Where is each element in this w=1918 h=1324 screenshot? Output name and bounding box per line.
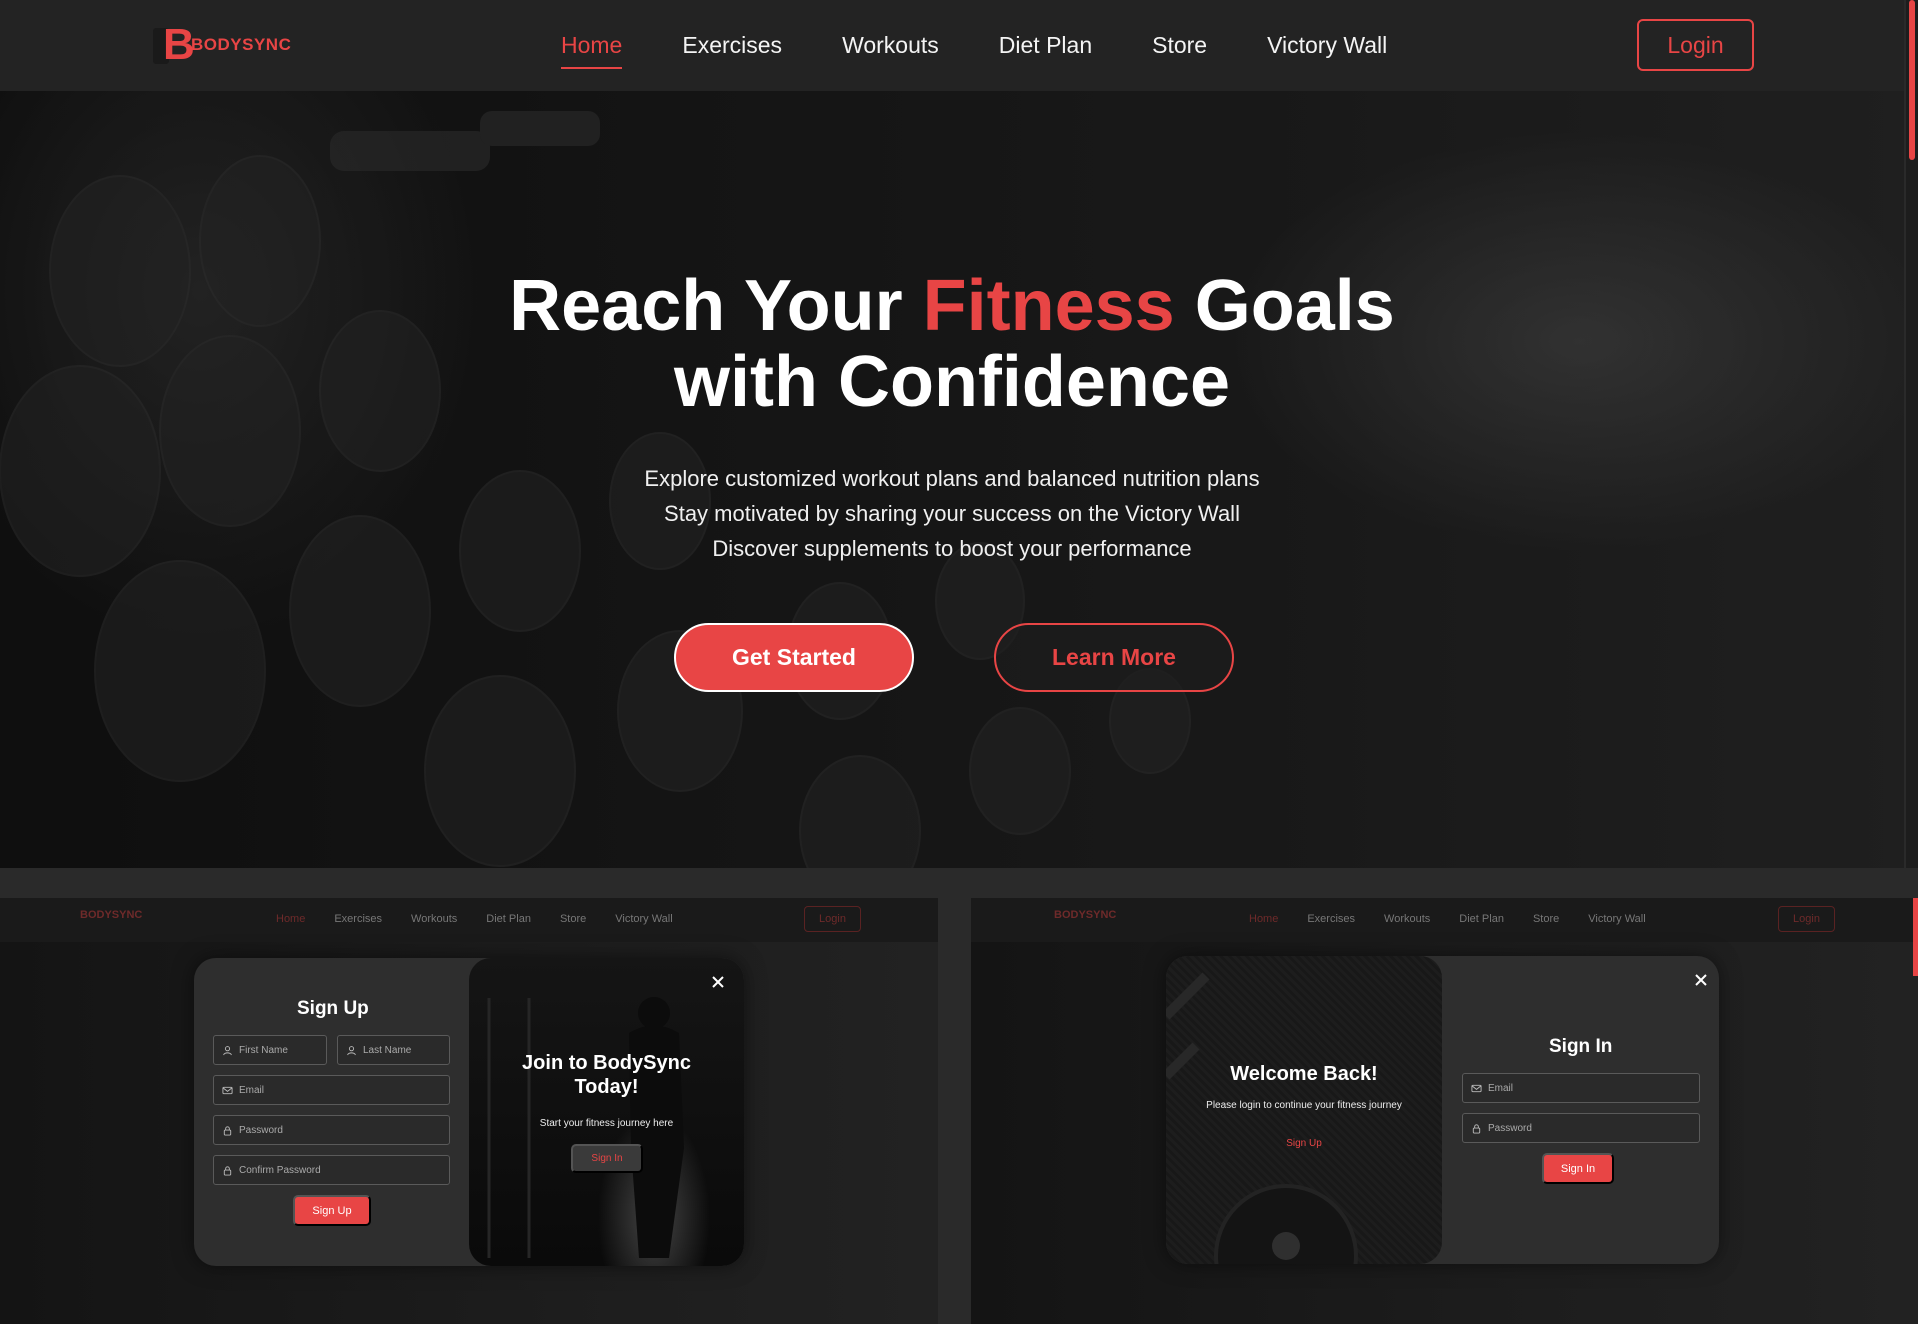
- get-started-button[interactable]: Get Started: [674, 623, 914, 692]
- mini-nav-item-workouts: Workouts: [1384, 913, 1431, 925]
- first-name-input[interactable]: [239, 1044, 326, 1056]
- hero-subtitle: Explore customized workout plans and bal…: [0, 461, 1904, 566]
- mini-navbar: BODYSYNC Home Exercises Workouts Diet Pl…: [0, 898, 938, 942]
- nav-item-store[interactable]: Store: [1152, 32, 1207, 69]
- hero-subtitle-line: Explore customized workout plans and bal…: [644, 466, 1260, 491]
- signin-password-field[interactable]: [1462, 1113, 1700, 1143]
- mini-nav-item-diet-plan: Diet Plan: [486, 913, 531, 925]
- mini-nav-item-victory-wall: Victory Wall: [1588, 913, 1646, 925]
- mini-login-button: Login: [1778, 906, 1835, 932]
- confirm-password-field[interactable]: [213, 1155, 450, 1185]
- hero-subtitle-line: Stay motivated by sharing your success o…: [664, 501, 1240, 526]
- mail-icon: [222, 1086, 233, 1094]
- brand-logo[interactable]: B BODYSYNC: [153, 23, 292, 67]
- signup-modal: Sign Up Sign Up Join to BodySyn: [194, 958, 744, 1266]
- signup-screenshot-panel: BODYSYNC Home Exercises Workouts Diet Pl…: [0, 898, 938, 1324]
- nav-item-home[interactable]: Home: [561, 32, 623, 69]
- hero-section: Reach Your Fitness Goals with Confidence…: [0, 91, 1904, 868]
- nav-links: Home Exercises Workouts Diet Plan Store …: [561, 32, 1447, 69]
- signin-title: Sign In: [1549, 1036, 1613, 1057]
- mini-nav-item-exercises: Exercises: [334, 913, 383, 925]
- nav-item-exercises[interactable]: Exercises: [682, 32, 782, 69]
- lock-icon: [223, 1165, 232, 1176]
- page-scrollbar[interactable]: [1906, 0, 1918, 868]
- goto-signin-button[interactable]: Sign In: [571, 1144, 643, 1173]
- signup-side-image-panel: Join to BodySync Today! Start your fitne…: [469, 958, 744, 1266]
- close-icon[interactable]: [1693, 972, 1709, 988]
- navbar: B BODYSYNC Home Exercises Workouts Diet …: [0, 0, 1904, 91]
- mini-navbar: BODYSYNC Home Exercises Workouts Diet Pl…: [971, 898, 1918, 942]
- lock-icon: [223, 1125, 232, 1136]
- brand-name: BODYSYNC: [191, 35, 292, 54]
- user-icon: [223, 1045, 232, 1055]
- login-button[interactable]: Login: [1637, 19, 1754, 71]
- signup-email-input[interactable]: [239, 1084, 449, 1096]
- signin-side-image-panel: Welcome Back! Please login to continue y…: [1166, 956, 1442, 1264]
- signin-screenshot-panel: BODYSYNC Home Exercises Workouts Diet Pl…: [971, 898, 1918, 1324]
- nav-item-victory-wall[interactable]: Victory Wall: [1267, 32, 1387, 69]
- hero-title-accent: Fitness: [922, 266, 1175, 346]
- mini-nav-item-diet-plan: Diet Plan: [1459, 913, 1504, 925]
- mini-nav-item-workouts: Workouts: [411, 913, 458, 925]
- last-name-input[interactable]: [363, 1044, 449, 1056]
- signup-side-subtitle: Start your fitness journey here: [539, 1118, 674, 1129]
- scrollbar-thumb[interactable]: [1909, 0, 1915, 160]
- close-icon[interactable]: [710, 974, 726, 990]
- mini-nav-item-victory-wall: Victory Wall: [615, 913, 673, 925]
- mini-nav-item-home: Home: [276, 913, 306, 925]
- athlete-silhouette-image: [487, 997, 684, 1258]
- signup-email-field[interactable]: [213, 1075, 450, 1105]
- mini-nav-item-store: Store: [559, 913, 587, 925]
- signin-email-field[interactable]: [1462, 1073, 1700, 1103]
- mini-nav-item-home: Home: [1249, 913, 1279, 925]
- signup-submit-button[interactable]: Sign Up: [293, 1195, 371, 1226]
- mini-login-button: Login: [804, 906, 861, 932]
- signup-title: Sign Up: [297, 998, 369, 1019]
- signin-submit-button[interactable]: Sign In: [1542, 1153, 1614, 1184]
- hero-subtitle-line: Discover supplements to boost your perfo…: [712, 536, 1192, 561]
- signin-modal: Welcome Back! Please login to continue y…: [1166, 956, 1719, 1264]
- learn-more-button[interactable]: Learn More: [994, 623, 1234, 692]
- signin-side-title: Welcome Back!: [1230, 1063, 1378, 1085]
- signin-password-input[interactable]: [1488, 1122, 1699, 1134]
- logo-icon: B: [153, 23, 195, 67]
- nav-item-workouts[interactable]: Workouts: [842, 32, 939, 69]
- mail-icon: [1471, 1084, 1482, 1092]
- confirm-password-input[interactable]: [239, 1164, 449, 1176]
- signin-side-subtitle: Please login to continue your fitness jo…: [1206, 1100, 1402, 1111]
- lock-icon: [1472, 1123, 1481, 1134]
- hero-title: Reach Your Fitness Goals with Confidence: [509, 266, 1395, 422]
- landing-page: B BODYSYNC Home Exercises Workouts Diet …: [0, 0, 1918, 868]
- signup-password-field[interactable]: [213, 1115, 450, 1145]
- panel-scrollbar-thumb: [1913, 898, 1918, 976]
- signin-email-input[interactable]: [1488, 1082, 1699, 1094]
- signup-side-title: Join to BodySync Today!: [522, 1052, 691, 1098]
- mini-nav-item-store: Store: [1532, 913, 1560, 925]
- last-name-field[interactable]: [337, 1035, 450, 1065]
- mini-brand-logo: BODYSYNC: [80, 909, 143, 921]
- mini-brand-logo: BODYSYNC: [1054, 909, 1117, 921]
- nav-item-diet-plan[interactable]: Diet Plan: [999, 32, 1092, 69]
- goto-signup-link[interactable]: Sign Up: [1166, 1138, 1442, 1149]
- first-name-field[interactable]: [213, 1035, 327, 1065]
- signup-password-input[interactable]: [239, 1124, 449, 1136]
- mini-nav-item-exercises: Exercises: [1307, 913, 1356, 925]
- user-icon: [347, 1045, 356, 1055]
